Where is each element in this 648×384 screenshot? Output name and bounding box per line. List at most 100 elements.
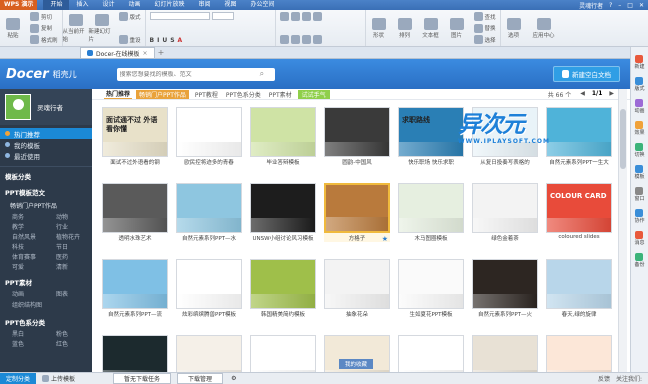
download-task-status[interactable]: 暂无下载任务 <box>113 373 172 384</box>
avatar[interactable] <box>5 94 31 120</box>
download-manager-button[interactable]: 下载管理 <box>177 373 224 384</box>
picture-button[interactable]: 图片 <box>444 10 470 46</box>
ppt-bestseller-link[interactable]: 畅销门户PPT作品 <box>0 199 92 212</box>
italic-button[interactable]: I <box>157 37 159 44</box>
sidebar-item-hot[interactable]: 热门推荐 <box>0 128 92 139</box>
font-name-select[interactable] <box>149 12 210 20</box>
task-pane-item[interactable]: 切换 <box>634 143 645 158</box>
shape-button[interactable]: 形状 <box>366 10 392 46</box>
template-thumbnail[interactable] <box>324 107 390 157</box>
cat-black-white[interactable]: 黑白 <box>12 329 56 338</box>
cat-animation[interactable]: 动画 <box>12 289 56 298</box>
task-pane-item[interactable]: 消息 <box>634 231 645 246</box>
task-pane-item[interactable]: 动画 <box>634 99 645 114</box>
layout-button[interactable]: 版式 <box>118 12 141 21</box>
outdent-icon[interactable] <box>312 12 322 21</box>
template-thumbnail[interactable] <box>398 259 464 309</box>
template-card[interactable]: 春天,绿的旋律 <box>546 259 612 318</box>
task-pane-item[interactable]: 效果 <box>634 121 645 136</box>
next-page-icon[interactable]: ▶ <box>607 90 616 99</box>
favorites-tab[interactable]: 我的收藏 <box>339 359 374 369</box>
template-card[interactable]: 绿色金着茶 <box>472 183 538 242</box>
template-thumbnail[interactable] <box>250 259 316 309</box>
template-thumbnail[interactable] <box>546 259 612 309</box>
task-pane-item[interactable]: 新建 <box>634 55 645 70</box>
scroll-thumb[interactable] <box>620 109 626 169</box>
cat-plants[interactable]: 植物花卉 <box>56 232 92 241</box>
template-thumbnail[interactable] <box>398 183 464 233</box>
align-right-icon[interactable] <box>301 35 311 44</box>
cat-medicine[interactable]: 医药 <box>56 252 92 261</box>
cat-tech[interactable]: 科技 <box>12 242 56 251</box>
new-blank-document-button[interactable]: 新建空白文档 <box>553 66 620 82</box>
template-thumbnail[interactable]: COLOUR CARD <box>546 183 612 233</box>
cat-cute[interactable]: 可爱 <box>12 262 56 271</box>
template-card[interactable]: 面试通不过 外语看你懂 面试不过外语看的钢 <box>102 107 168 166</box>
template-thumbnail[interactable] <box>102 259 168 309</box>
bold-button[interactable]: B <box>150 37 155 44</box>
font-color-button[interactable]: A <box>178 37 183 44</box>
arrange-button[interactable]: 排列 <box>392 10 418 46</box>
template-thumbnail[interactable] <box>176 183 242 233</box>
task-pane-item[interactable]: 协作 <box>634 209 645 224</box>
textbox-button[interactable]: 文本框 <box>418 10 444 46</box>
underline-button[interactable]: U <box>162 37 167 44</box>
vertical-scrollbar[interactable] <box>618 89 627 372</box>
select-button[interactable]: 选择 <box>473 35 496 44</box>
search-input[interactable] <box>119 70 260 78</box>
template-card[interactable]: 求职路线 快乐职场 快乐求职 <box>398 107 464 166</box>
new-slide-button[interactable]: 新建幻灯片 <box>89 10 115 46</box>
menu-view[interactable]: 视图 <box>218 0 244 10</box>
upload-template-button[interactable]: 上传模板 <box>42 374 75 383</box>
template-thumbnail[interactable]: 求职路线 <box>398 107 464 157</box>
reset-button[interactable]: 重设 <box>118 35 141 44</box>
template-thumbnail[interactable] <box>250 183 316 233</box>
align-center-icon[interactable] <box>290 35 300 44</box>
menu-office-space[interactable]: 办公空间 <box>244 0 282 10</box>
template-card[interactable]: 自然元素系列PPT—流 <box>102 259 168 318</box>
docer-logo[interactable]: Docer 稻壳儿 <box>6 67 77 82</box>
template-card[interactable]: 抽象花朵 <box>324 259 390 318</box>
close-tab-icon[interactable]: × <box>143 50 148 57</box>
template-card[interactable]: 生如夏花PPT模板 <box>398 259 464 318</box>
cat-blue[interactable]: 蓝色 <box>12 339 56 348</box>
wps-app-button[interactable]: WPS 演示 <box>0 0 38 10</box>
font-size-select[interactable] <box>211 12 234 20</box>
org-chart-link[interactable]: 组织结构图 <box>0 298 92 311</box>
cat-red[interactable]: 红色 <box>56 339 92 348</box>
gear-icon[interactable]: ⚙ <box>231 375 236 382</box>
template-card[interactable]: 欧民控将迹多的青春 <box>176 107 242 166</box>
filter-hot[interactable]: 热门推荐 <box>104 89 133 99</box>
menu-animation[interactable]: 动画 <box>121 0 147 10</box>
cat-pink[interactable]: 粉色 <box>56 329 92 338</box>
template-thumbnail[interactable] <box>176 259 242 309</box>
template-thumbnail[interactable]: 面试通不过 外语看你懂 <box>102 107 168 157</box>
cat-fresh[interactable]: 清新 <box>56 262 92 271</box>
template-card[interactable]: 木马图圈模板 <box>398 183 464 242</box>
template-card[interactable]: 自然元素系列PPT—火 <box>472 259 538 318</box>
custom-category-button[interactable]: 定制分类 <box>0 372 37 384</box>
menu-insert[interactable]: 插入 <box>69 0 95 10</box>
menu-review[interactable]: 审阅 <box>192 0 218 10</box>
template-card[interactable]: 韩国精美简约模板 <box>250 259 316 318</box>
template-thumbnail[interactable] <box>324 259 390 309</box>
filter-bestseller[interactable]: 畅销门户PPT作品 <box>136 89 189 99</box>
template-thumbnail[interactable] <box>176 107 242 157</box>
tab-docer[interactable]: Docer-在线模板 × <box>80 47 155 58</box>
sidebar-item-recent[interactable]: 最近使用 <box>0 150 92 161</box>
task-pane-item[interactable]: 备份 <box>634 253 645 268</box>
user-name[interactable]: 灵魂行者 <box>579 1 603 10</box>
copy-button[interactable]: 复制 <box>30 23 58 33</box>
ppt-material-heading[interactable]: PPT素材 <box>0 273 92 289</box>
ppt-template-heading[interactable]: PPT模板范文 <box>0 185 92 199</box>
cut-button[interactable]: 剪切 <box>30 12 58 21</box>
menu-home[interactable]: 开始 <box>43 0 70 10</box>
template-thumbnail[interactable] <box>472 183 538 233</box>
template-card[interactable]: 自然元素系列PPT—水 <box>176 183 242 242</box>
template-card[interactable]: 毕业答辩模板 <box>250 107 316 166</box>
template-card[interactable]: 透明水珠艺术 <box>102 183 168 242</box>
cat-industry[interactable]: 行业 <box>56 222 92 231</box>
cat-animal[interactable]: 动物 <box>56 212 92 221</box>
options-button[interactable]: 选项 <box>501 10 527 46</box>
prev-page-icon[interactable]: ◀ <box>578 90 587 99</box>
